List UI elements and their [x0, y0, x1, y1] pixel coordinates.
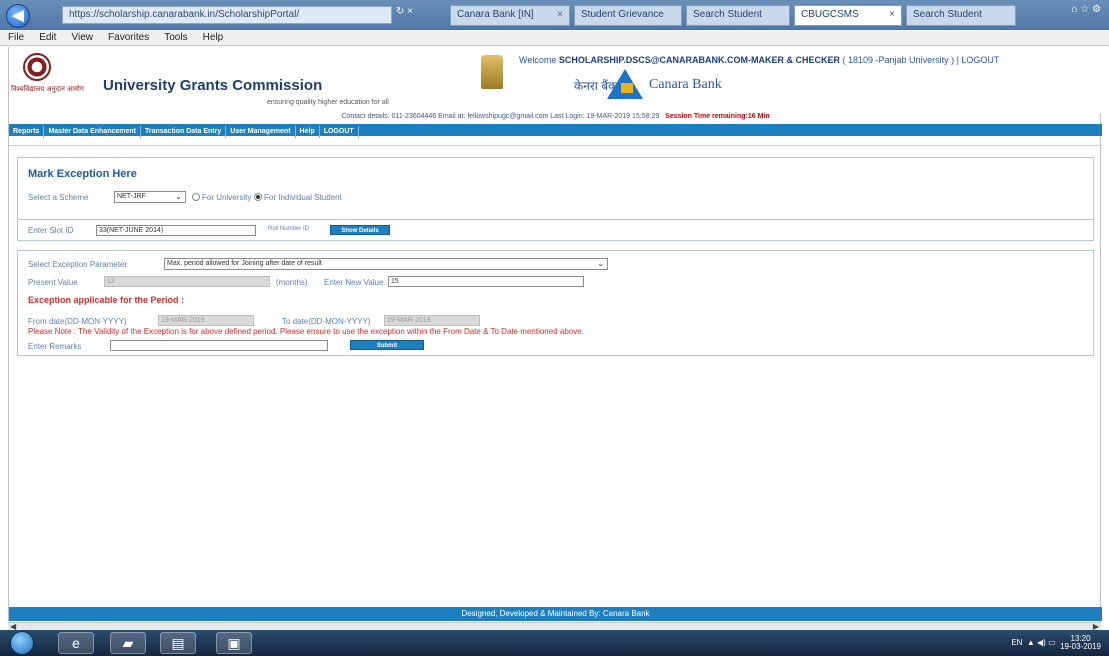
form-title: Mark Exception Here — [28, 168, 137, 180]
from-date-field[interactable]: 19-MAR-2019 — [158, 315, 254, 326]
horizontal-scrollbar[interactable]: ◀ ▶ — [8, 622, 1101, 631]
bank-name: Canara Bank — [649, 77, 722, 92]
slot-label: Enter Slot ID — [28, 226, 74, 235]
from-date-label: From date(DD-MON-YYYY) — [28, 317, 127, 326]
tab-student-grievance[interactable]: Student Grievance — [574, 5, 682, 26]
menu-view[interactable]: View — [71, 32, 93, 43]
address-controls[interactable]: ↻ × — [396, 6, 413, 17]
welcome-user: SCHOLARSHIP.DSCS@CANARABANK.COM-MAKER & … — [558, 55, 840, 65]
main-nav: Reports Master Data Enhancement Transactio… — [9, 124, 1102, 138]
page: विश्वविद्यालय अनुदान आयोग University Gra… — [8, 47, 1102, 622]
remarks-label: Enter Remarks — [28, 342, 82, 351]
new-value-label: Enter New Value — [324, 278, 384, 287]
radio-individual-label: For Individual Student — [264, 193, 342, 202]
months-label: (months) — [276, 278, 308, 287]
to-date-label: To date(DD-MON-YYYY) — [282, 317, 371, 326]
national-emblem-icon — [481, 55, 503, 89]
tab-canara-bank[interactable]: Canara Bank [IN] × — [450, 5, 570, 26]
contact-text: Contact details: 011-23604446 Email at: … — [341, 113, 660, 120]
logout-link[interactable]: ( 18109 -Panjab University ) | LOGOUT — [843, 55, 1000, 65]
clock-date: 19-03-2019 — [1060, 642, 1101, 651]
slot-id-input[interactable]: 33(NET-JUNE 2014) — [96, 225, 256, 236]
radio-university[interactable] — [192, 193, 200, 201]
tab-cbugcsms[interactable]: CBUGCSMS × — [794, 5, 902, 26]
browser-menubar: File Edit View Favorites Tools Help — [0, 30, 1109, 46]
scheme-select[interactable]: NET-JRF ⌄ — [114, 191, 186, 203]
language-indicator[interactable]: EN — [1011, 638, 1022, 647]
session-timer: Session Time remaining:16 Min — [665, 113, 770, 120]
file-icon[interactable]: ▤ — [160, 632, 196, 654]
radio-university-label: For University — [202, 193, 252, 202]
browser-titlebar: ◀ https://scholarship.canarabank.in/Scho… — [0, 0, 1109, 30]
present-value-field: 12 — [104, 276, 270, 287]
chevron-down-icon: ⌄ — [175, 192, 182, 201]
show-details-button[interactable]: Show Details — [330, 225, 390, 235]
scheme-label: Select a Scheme — [28, 193, 89, 202]
ugc-logo-caption: विश्वविद्यालय अनुदान आयोग — [11, 86, 84, 93]
radio-individual-student[interactable] — [254, 193, 262, 201]
close-icon[interactable]: × — [557, 9, 563, 20]
menu-file[interactable]: File — [8, 32, 24, 43]
param-label: Select Exception Parameter — [28, 260, 128, 269]
new-value-input[interactable]: 15 — [388, 276, 584, 287]
menu-edit[interactable]: Edit — [39, 32, 56, 43]
ugc-logo-icon — [23, 53, 51, 81]
chevron-down-icon: ⌄ — [597, 259, 604, 268]
submit-button[interactable]: Submit — [350, 340, 424, 350]
slot-panel: Enter Slot ID 33(NET-JUNE 2014) Roll Num… — [17, 219, 1094, 241]
site-header: विश्वविद्यालय अनुदान आयोग University Gra… — [9, 47, 1102, 113]
menu-help[interactable]: Help — [203, 32, 224, 43]
folder-icon[interactable]: ▰ — [110, 632, 146, 654]
address-bar[interactable]: https://scholarship.canarabank.in/Schola… — [62, 6, 392, 24]
nav-divider — [9, 136, 1102, 146]
scheme-panel: Mark Exception Here Select a Scheme NET-… — [17, 157, 1094, 222]
remarks-input[interactable] — [110, 340, 328, 351]
to-date-field[interactable]: 19-MAR-2019 — [384, 315, 480, 326]
exception-panel: Select Exception Parameter Max. period a… — [17, 250, 1094, 356]
site-title: University Grants Commission — [103, 77, 323, 94]
system-tray: EN ▲ ◀) ▭ 13:20 19-03-2019 — [1011, 634, 1101, 651]
home-star-gear-icons[interactable]: ⌂ ☆ ⚙ — [1071, 4, 1101, 15]
validity-note: Please Note : The Validity of the Except… — [28, 327, 584, 336]
menu-favorites[interactable]: Favorites — [108, 32, 149, 43]
roll-number-label: Roll Number ID — [268, 226, 310, 232]
windows-taskbar: e ▰ ▤ ▣ EN ▲ ◀) ▭ 13:20 19-03-2019 — [0, 630, 1109, 656]
present-value-label: Present Value — [28, 278, 78, 287]
window-icon[interactable]: ▣ — [216, 632, 252, 654]
period-title: Exception applicable for the Period : — [28, 295, 185, 305]
close-icon[interactable]: × — [889, 9, 895, 20]
back-arrow-icon[interactable]: ◀ — [6, 4, 30, 28]
tab-search-student[interactable]: Search Student — [686, 5, 790, 26]
menu-tools[interactable]: Tools — [164, 32, 187, 43]
ie-icon[interactable]: e — [58, 632, 94, 654]
site-tagline: ensuring quality higher education for al… — [267, 99, 389, 106]
welcome-text: Welcome SCHOLARSHIP.DSCS@CANARABANK.COM-… — [519, 55, 1000, 65]
exception-param-select[interactable]: Max. period allowed for Joining after da… — [164, 258, 608, 270]
tab-search-student-2[interactable]: Search Student — [906, 5, 1016, 26]
start-button-icon[interactable] — [10, 631, 34, 655]
canara-bank-logo-mark — [621, 83, 633, 93]
site-footer: Designed, Developed & Maintained By: Can… — [9, 607, 1102, 621]
